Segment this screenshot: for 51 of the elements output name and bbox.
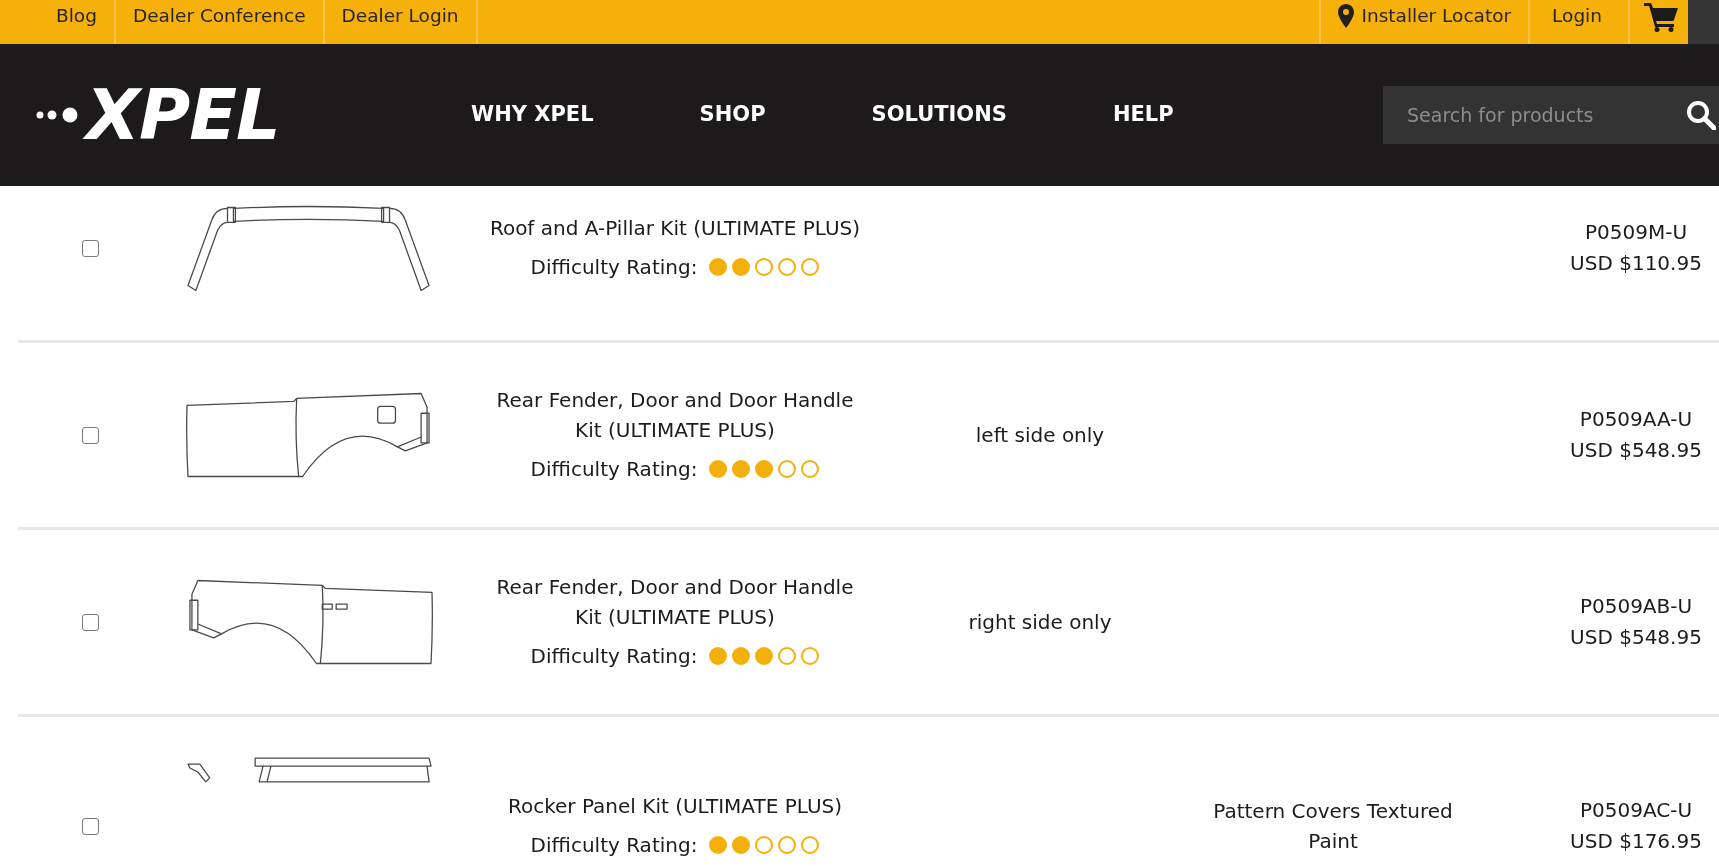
part-number: P0509M-U [1584,219,1688,246]
nav-link[interactable]: SHOP [699,99,766,131]
search-field[interactable]: Search for products [1383,86,1719,144]
rating-dot-icon [801,460,820,478]
rating-dot-icon [709,647,728,665]
rating-dot-icon [709,460,728,478]
rating-dot-icon [801,258,820,276]
rating-label: Difficulty Rating: [530,832,698,859]
product-title: Rocker Panel Kit (ULTIMATE PLUS) [507,793,843,820]
rating-dot-icon [709,836,728,854]
rating-dot-icon [778,647,797,665]
product-price: USD $548.95 [1570,624,1702,651]
product-title: Rear Fender, Door and Door Handle Kit (ULTIMATE PLUS) [495,574,855,631]
cart-icon[interactable] [1644,2,1678,32]
product-title: Rear Fender, Door and Door Handle Kit (ULTIMATE PLUS) [495,387,855,444]
product-price: USD $110.95 [1570,250,1702,277]
rating-dot-icon [755,647,774,665]
select-checkbox[interactable] [81,817,99,835]
product-price: USD $176.95 [1570,828,1702,855]
rating-dot-icon [732,258,751,276]
product-title: Roof and A-Pillar Kit (ULTIMATE PLUS) [489,215,861,242]
nav-link[interactable]: SOLUTIONS [871,99,1007,131]
select-checkbox[interactable] [81,239,99,257]
part-number: P0509AB-U [1579,593,1693,620]
fitment-note: left side only [975,423,1105,447]
select-checkbox[interactable] [81,613,99,631]
rating-label: Difficulty Rating: [530,643,698,670]
rating-label: Difficulty Rating: [530,254,698,281]
rating-dot-icon [709,258,728,276]
rating-label: Difficulty Rating: [530,456,698,483]
rating-dot-icon [755,460,774,478]
fitment-note: right side only [968,610,1112,634]
search-icon[interactable] [1686,100,1716,130]
rating-dot-icon [801,647,820,665]
rating-dot-icon [732,647,751,665]
select-checkbox[interactable] [81,426,99,444]
product-price: USD $548.95 [1570,437,1702,464]
rating-dot-icon [755,836,774,854]
rating-dot-icon [732,836,751,854]
map-pin-icon [1337,3,1354,28]
product-note: Pattern Covers Textured Paint [1212,798,1454,855]
rating-dot-icon [801,836,820,854]
part-number: P0509AA-U [1579,406,1693,433]
nav-link[interactable]: HELP [1112,99,1174,131]
rating-dot-icon [755,258,774,276]
rating-dot-icon [732,460,751,478]
rating-dot-icon [778,258,797,276]
rating-dot-icon [778,836,797,854]
part-number: P0509AC-U [1579,797,1693,824]
rating-dot-icon [778,460,797,478]
nav-link[interactable]: WHY XPEL [471,99,594,131]
